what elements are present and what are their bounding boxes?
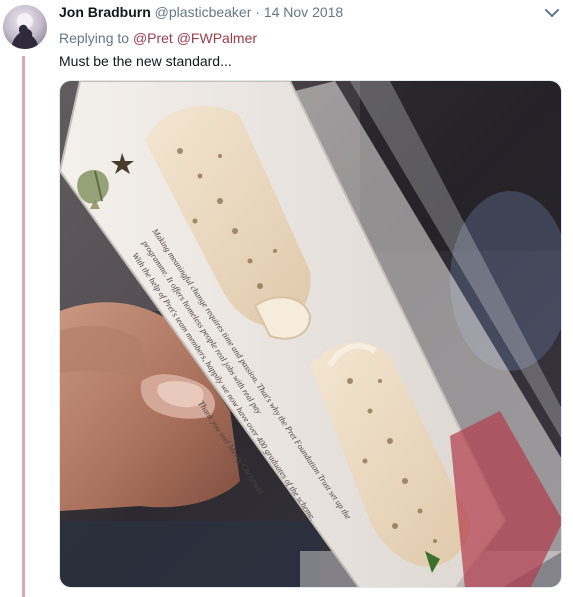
tweet-photo[interactable]: Making meaningful change requires time a… <box>59 80 562 588</box>
chevron-down-icon[interactable] <box>542 5 562 21</box>
photo-sandwich-wrap: Making meaningful change requires time a… <box>60 81 561 587</box>
reply-context: Replying to @Pret @FWPalmer <box>59 30 257 46</box>
user-handle[interactable]: @plasticbeaker <box>155 4 252 20</box>
tweet-text: Must be the new standard... <box>59 53 232 69</box>
tweet-date[interactable]: 14 Nov 2018 <box>264 4 343 20</box>
mention-pret[interactable]: @Pret <box>133 30 173 46</box>
reply-prefix: Replying to <box>59 30 130 46</box>
thread-line <box>22 56 25 597</box>
avatar-image <box>3 5 47 49</box>
avatar[interactable] <box>3 5 47 49</box>
display-name[interactable]: Jon Bradburn <box>59 4 151 20</box>
tweet: Jon Bradburn @plasticbeaker · 14 Nov 201… <box>0 0 573 597</box>
separator-dot: · <box>255 4 260 20</box>
tweet-header: Jon Bradburn @plasticbeaker · 14 Nov 201… <box>59 4 343 24</box>
mention-fwpalmer[interactable]: @FWPalmer <box>177 30 257 46</box>
